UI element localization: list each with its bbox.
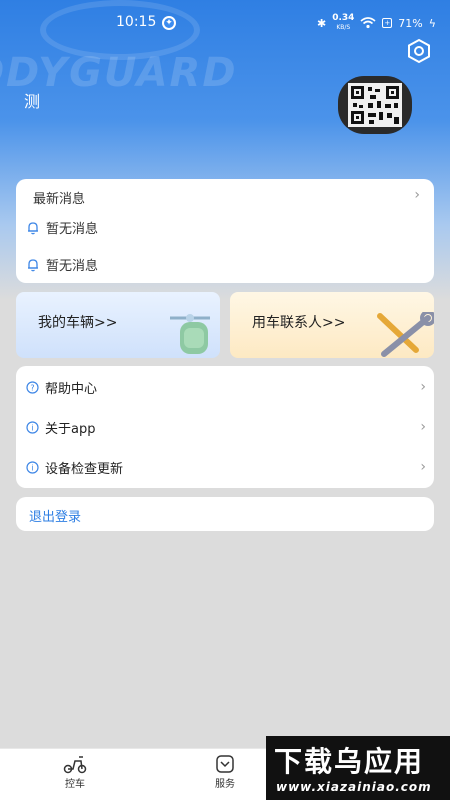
- chevron-right-icon: ›: [420, 459, 426, 475]
- user-name: 测: [24, 92, 41, 111]
- status-indicators: ✱ 0.34 KB/S + 71% ϟ: [317, 14, 436, 32]
- notification-dot-icon: ✦: [162, 16, 176, 30]
- site-watermark: 下载乌应用 www.xiazainiao.com: [266, 736, 450, 800]
- question-icon: ?: [26, 380, 39, 394]
- tab-label: 服务: [215, 779, 235, 790]
- menu-item-label: 关于app: [45, 421, 96, 437]
- info-icon: i: [26, 420, 39, 434]
- help-center-item[interactable]: ? 帮助中心 ›: [26, 367, 426, 407]
- svg-text:i: i: [31, 423, 33, 432]
- tools-illustration-icon: [377, 312, 434, 357]
- tab-service[interactable]: 服务: [195, 753, 255, 790]
- list-item: 暂无消息: [26, 218, 98, 237]
- bell-icon: [28, 221, 38, 234]
- news-title: 最新消息: [33, 192, 86, 207]
- service-icon: [216, 755, 234, 773]
- battery-level: 71%: [398, 16, 423, 30]
- battery-saver-icon: +: [382, 18, 393, 28]
- vehicle-contacts-label: 用车联系人>>: [252, 315, 346, 331]
- net-speed: 0.34 KB/S: [332, 14, 354, 32]
- scooter-icon: [63, 756, 87, 774]
- about-app-item[interactable]: i 关于app ›: [26, 407, 426, 447]
- list-item: 暂无消息: [26, 255, 98, 274]
- menu-card: ? 帮助中心 › i 关于app › i 设备检查更新 ›: [16, 366, 434, 488]
- bluetooth-icon: ✱: [316, 16, 327, 30]
- chevron-right-icon: ›: [420, 419, 426, 435]
- my-vehicle-label: 我的车辆>>: [38, 315, 118, 331]
- status-time: 10:15: [116, 14, 157, 30]
- my-vehicle-tile[interactable]: 我的车辆>>: [16, 292, 220, 358]
- info-icon: i: [26, 460, 39, 474]
- net-speed-value: 0.34: [332, 13, 355, 23]
- status-bar: 10:15 ✦ ✱ 0.34 KB/S + 71% ϟ: [0, 0, 450, 44]
- chevron-right-icon: ›: [414, 187, 420, 203]
- logout-button[interactable]: 退出登录: [16, 497, 434, 531]
- tab-label: 控车: [65, 779, 85, 790]
- net-speed-unit: KB/S: [336, 24, 351, 31]
- bell-icon: [28, 258, 38, 271]
- qr-code-image: [348, 83, 402, 127]
- wifi-icon: [360, 17, 376, 29]
- tab-control-vehicle[interactable]: 控车: [45, 753, 105, 790]
- svg-text:?: ?: [30, 383, 34, 392]
- scooter-illustration-icon: [170, 314, 210, 354]
- news-item-text: 暂无消息: [46, 222, 99, 237]
- site-watermark-title: 下载乌应用: [274, 745, 425, 778]
- menu-item-label: 设备检查更新: [45, 461, 124, 477]
- menu-item-label: 帮助中心: [45, 381, 98, 397]
- vehicle-contacts-tile[interactable]: 用车联系人>>: [230, 292, 434, 358]
- chevron-right-icon: ›: [420, 379, 426, 395]
- news-card[interactable]: 最新消息 › 暂无消息 暂无消息: [16, 179, 434, 283]
- svg-text:i: i: [31, 463, 33, 472]
- logout-label: 退出登录: [29, 510, 82, 525]
- charging-icon: ϟ: [428, 16, 436, 30]
- avatar[interactable]: [338, 76, 412, 134]
- site-watermark-url: www.xiazainiao.com: [276, 780, 432, 794]
- check-update-item[interactable]: i 设备检查更新 ›: [26, 447, 426, 487]
- settings-hex-icon[interactable]: [406, 38, 432, 64]
- news-item-text: 暂无消息: [46, 259, 99, 274]
